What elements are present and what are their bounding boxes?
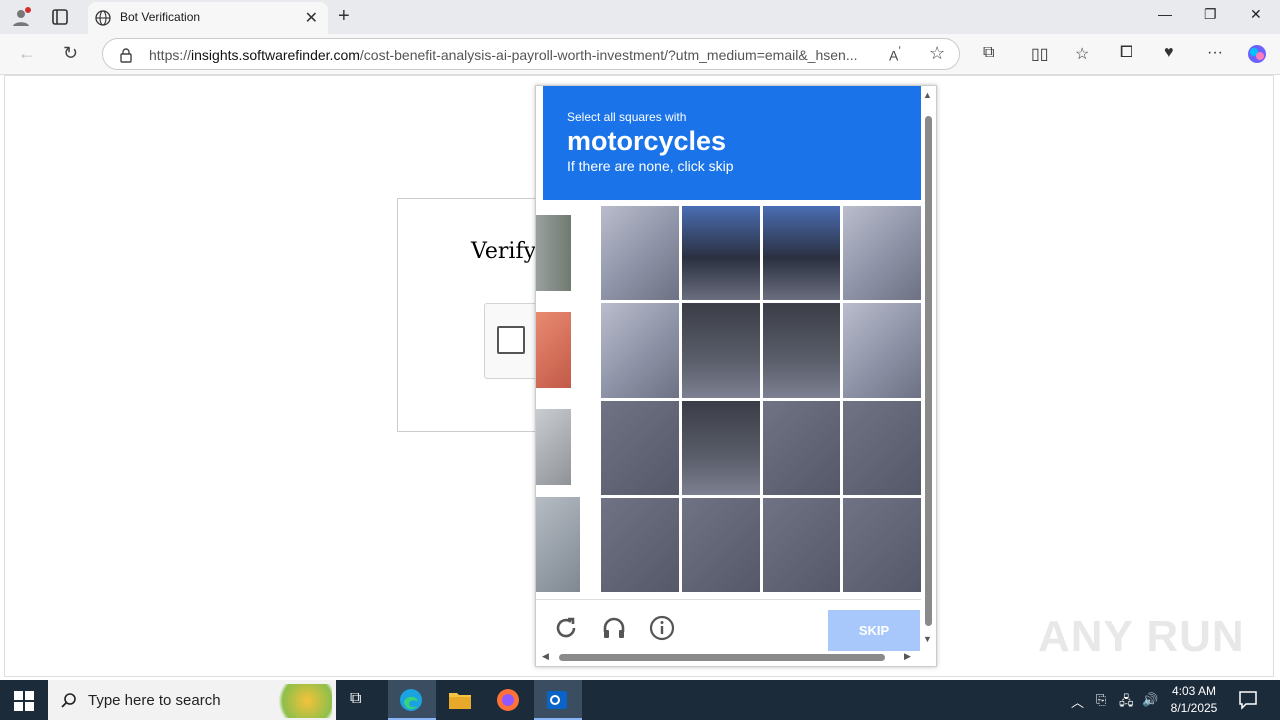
tab-title: Bot Verification xyxy=(120,10,201,24)
globe-icon xyxy=(95,10,111,26)
extensions-icon[interactable]: ⧉ xyxy=(983,44,994,62)
grid-tile[interactable] xyxy=(843,497,921,592)
favorite-star-icon[interactable]: ☆ xyxy=(929,43,945,64)
captcha-image-grid xyxy=(601,206,921,592)
url-text: https://insights.softwarefinder.com/cost… xyxy=(149,47,858,63)
grid-tile[interactable] xyxy=(762,497,841,592)
task-view-button[interactable]: ⧉ xyxy=(336,680,384,720)
edge-taskbar-button[interactable] xyxy=(388,680,436,720)
lock-icon[interactable] xyxy=(119,47,133,63)
close-tab-icon[interactable]: ✕ xyxy=(305,8,318,28)
captcha-target: motorcycles xyxy=(567,126,727,156)
horizontal-scrollbar[interactable]: ◀ ▶ xyxy=(536,651,921,665)
firefox-icon xyxy=(497,689,519,711)
read-aloud-icon[interactable]: Aʼ xyxy=(889,45,901,64)
scroll-right-arrow-icon[interactable]: ▶ xyxy=(904,651,911,662)
previous-image-strip xyxy=(536,215,571,291)
notifications-icon[interactable] xyxy=(1238,690,1258,710)
network-icon[interactable]: 🖧 xyxy=(1119,692,1134,714)
captcha-challenge: Select all squares with motorcycles If t… xyxy=(535,85,937,667)
search-highlight-image xyxy=(270,684,332,718)
browser-essentials-icon[interactable]: ♥ xyxy=(1164,44,1174,62)
grid-tile[interactable] xyxy=(601,400,679,495)
horizontal-scroll-thumb[interactable] xyxy=(559,654,885,661)
grid-tile[interactable] xyxy=(843,206,921,301)
settings-more-icon[interactable]: ··· xyxy=(1207,44,1223,62)
previous-image-strip xyxy=(536,312,571,388)
tab-bot-verification[interactable]: Bot Verification ✕ xyxy=(88,2,328,34)
scroll-up-arrow-icon[interactable]: ▲ xyxy=(923,90,932,100)
vertical-scrollbar[interactable]: ▲ ▼ xyxy=(923,90,933,644)
taskbar-search-box[interactable]: Type here to search xyxy=(48,680,336,720)
windows-start-icon[interactable] xyxy=(14,691,34,711)
folder-icon xyxy=(449,693,471,709)
grid-tile[interactable] xyxy=(601,303,679,398)
info-icon[interactable] xyxy=(649,615,675,641)
show-hidden-icons-icon[interactable]: ︿ xyxy=(1071,692,1084,711)
grid-tile[interactable] xyxy=(681,400,760,495)
edge-icon xyxy=(400,689,422,711)
search-placeholder: Type here to search xyxy=(88,692,221,709)
outlook-icon xyxy=(547,691,567,709)
system-clock[interactable]: 4:03 AM 8/1/2025 xyxy=(1166,683,1222,717)
skip-button[interactable]: SKIP xyxy=(828,610,920,651)
grid-tile[interactable] xyxy=(843,303,921,398)
verify-heading: Verify xyxy=(471,239,537,264)
new-tab-button[interactable]: + xyxy=(338,5,350,28)
meet-now-icon[interactable]: ⎘ xyxy=(1096,692,1106,708)
grid-tile[interactable] xyxy=(762,400,841,495)
grid-tile[interactable] xyxy=(601,497,679,592)
profile-icon[interactable] xyxy=(10,6,32,28)
headphones-icon[interactable] xyxy=(601,615,627,641)
captcha-footer: SKIP xyxy=(536,599,921,652)
captcha-instruction: Select all squares with xyxy=(567,110,687,124)
previous-image-strip xyxy=(536,497,580,592)
back-button[interactable]: ← xyxy=(18,43,36,64)
grid-tile[interactable] xyxy=(681,206,760,301)
url-field[interactable]: https://insights.softwarefinder.com/cost… xyxy=(102,38,960,70)
captcha-checkbox[interactable] xyxy=(497,326,525,354)
grid-tile[interactable] xyxy=(762,206,841,301)
anyrun-watermark: ANY RUN xyxy=(1038,612,1245,661)
scroll-left-arrow-icon[interactable]: ◀ xyxy=(542,651,549,662)
split-screen-icon[interactable]: ▯▯ xyxy=(1031,44,1049,64)
title-bar: Bot Verification ✕ + — ❐ ✕ xyxy=(0,0,1280,34)
grid-tile[interactable] xyxy=(843,400,921,495)
clock-time: 4:03 AM xyxy=(1171,684,1217,698)
favorites-icon[interactable]: ☆ xyxy=(1075,44,1089,64)
refresh-button[interactable]: ↻ xyxy=(63,43,78,64)
copilot-icon[interactable] xyxy=(1246,43,1268,65)
grid-tile[interactable] xyxy=(762,303,841,398)
firefox-button[interactable] xyxy=(484,680,532,720)
clock-date: 8/1/2025 xyxy=(1170,701,1218,715)
task-view-icon: ⧉ xyxy=(350,690,362,707)
captcha-sub-instruction: If there are none, click skip xyxy=(567,158,734,174)
previous-image-strip xyxy=(536,409,571,485)
collections-icon[interactable]: ⧠ xyxy=(1120,44,1133,62)
taskbar: Type here to search ⧉ ︿ ⎘ 🖧 🔊 4:03 AM 8/… xyxy=(0,680,1280,720)
captcha-header: Select all squares with motorcycles If t… xyxy=(543,86,921,200)
volume-icon[interactable]: 🔊 xyxy=(1142,692,1158,708)
tab-actions-icon[interactable] xyxy=(49,6,71,28)
close-window-button[interactable]: ✕ xyxy=(1250,6,1262,23)
address-bar-row: ← ↻ https://insights.softwarefinder.com/… xyxy=(0,34,1280,75)
outlook-button[interactable] xyxy=(534,680,582,720)
grid-tile[interactable] xyxy=(681,497,760,592)
grid-tile[interactable] xyxy=(601,206,679,301)
reload-icon[interactable] xyxy=(553,615,579,641)
search-icon xyxy=(61,693,76,708)
grid-tile[interactable] xyxy=(681,303,760,398)
restore-button[interactable]: ❐ xyxy=(1204,6,1217,23)
vertical-scroll-thumb[interactable] xyxy=(925,116,932,626)
scroll-down-arrow-icon[interactable]: ▼ xyxy=(923,634,932,644)
minimize-button[interactable]: — xyxy=(1158,6,1172,22)
file-explorer-button[interactable] xyxy=(436,680,484,720)
